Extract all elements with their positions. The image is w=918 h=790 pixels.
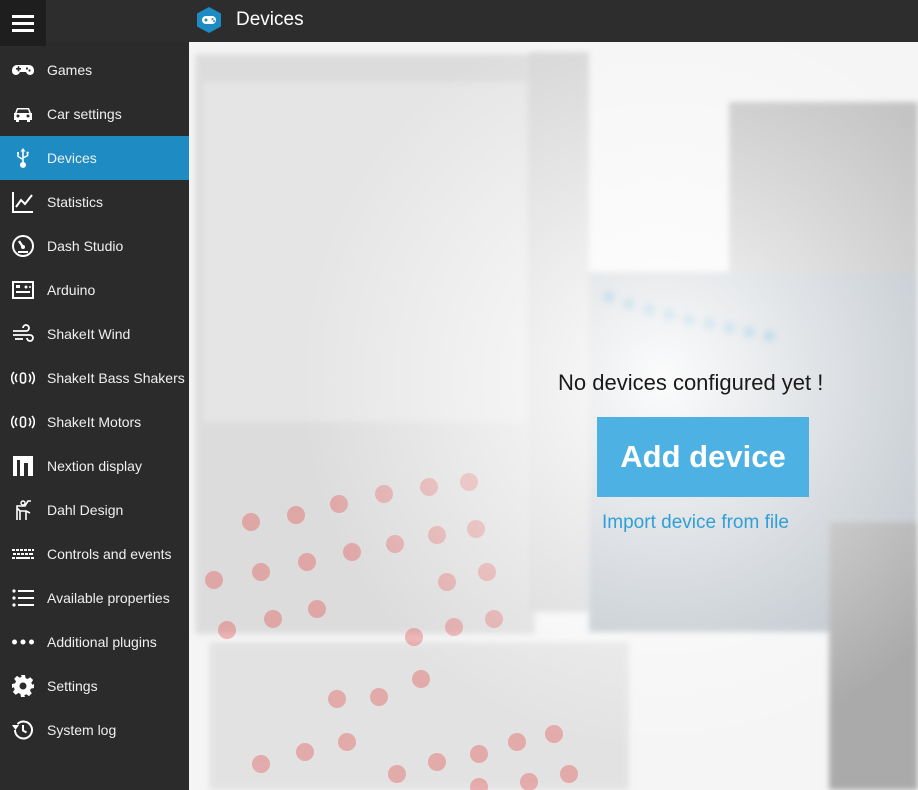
add-device-button[interactable]: Add device [597, 417, 809, 497]
sidebar-item-label: Statistics [47, 194, 104, 210]
keyboard-icon [10, 541, 36, 567]
hamburger-icon [12, 15, 34, 32]
app-logo-icon [197, 7, 221, 33]
gauge-icon [10, 233, 36, 259]
sidebar-item-available-properties[interactable]: Available properties [0, 576, 189, 620]
circuit-board-icon [10, 277, 36, 303]
sidebar-item-label: Available properties [47, 590, 170, 606]
dahl-design-icon [10, 497, 36, 523]
list-icon [10, 585, 36, 611]
sidebar-item-label: Additional plugins [47, 634, 157, 650]
import-device-link[interactable]: Import device from file [602, 512, 789, 534]
top-bar: Devices [0, 0, 918, 46]
gear-icon [10, 673, 36, 699]
history-icon [10, 717, 36, 743]
sidebar-item-car-settings[interactable]: Car settings [0, 92, 189, 136]
sidebar-item-label: ShakeIt Bass Shakers [47, 370, 185, 386]
sidebar-item-nextion-display[interactable]: Nextion display [0, 444, 189, 488]
sidebar-item-devices[interactable]: Devices [0, 136, 189, 180]
hamburger-menu-button[interactable] [0, 0, 46, 46]
usb-icon [10, 145, 36, 171]
sidebar-item-statistics[interactable]: Statistics [0, 180, 189, 224]
sidebar: Games Car settings Devices Statistics Da… [0, 48, 189, 790]
sidebar-item-shakeit-motors[interactable]: ShakeIt Motors [0, 400, 189, 444]
sidebar-item-games[interactable]: Games [0, 48, 189, 92]
sidebar-item-label: Dash Studio [47, 238, 124, 254]
sidebar-item-shakeit-wind[interactable]: ShakeIt Wind [0, 312, 189, 356]
wind-icon [10, 321, 36, 347]
sidebar-item-system-log[interactable]: System log [0, 708, 189, 752]
sidebar-item-arduino[interactable]: Arduino [0, 268, 189, 312]
car-icon [10, 101, 36, 127]
sidebar-item-settings[interactable]: Settings [0, 664, 189, 708]
vibration-icon [10, 409, 36, 435]
sidebar-item-label: Car settings [47, 106, 122, 122]
sidebar-item-label: Games [47, 62, 93, 78]
page-title: Devices [236, 9, 304, 30]
sidebar-item-controls-and-events[interactable]: Controls and events [0, 532, 189, 576]
sidebar-item-additional-plugins[interactable]: Additional plugins [0, 620, 189, 664]
vibration-icon [10, 365, 36, 391]
background-hardware-image [189, 42, 918, 790]
sidebar-item-dash-studio[interactable]: Dash Studio [0, 224, 189, 268]
sidebar-item-label: Devices [47, 150, 97, 166]
sidebar-item-shakeit-bass-shakers[interactable]: ShakeIt Bass Shakers [0, 356, 189, 400]
nextion-icon [10, 453, 36, 479]
sidebar-item-label: ShakeIt Motors [47, 414, 142, 430]
sidebar-item-label: Controls and events [47, 546, 172, 562]
sidebar-item-label: ShakeIt Wind [47, 326, 131, 342]
empty-state-message: No devices configured yet ! [558, 370, 824, 395]
sidebar-item-label: Dahl Design [47, 502, 124, 518]
main-content: No devices configured yet ! Add device I… [189, 42, 918, 790]
ellipsis-icon [10, 629, 36, 655]
sidebar-item-label: Nextion display [47, 458, 142, 474]
sidebar-item-label: Settings [47, 678, 98, 694]
sidebar-item-dahl-design[interactable]: Dahl Design [0, 488, 189, 532]
sidebar-item-label: System log [47, 722, 117, 738]
line-chart-icon [10, 189, 36, 215]
gamepad-icon [10, 57, 36, 83]
sidebar-item-label: Arduino [47, 282, 96, 298]
